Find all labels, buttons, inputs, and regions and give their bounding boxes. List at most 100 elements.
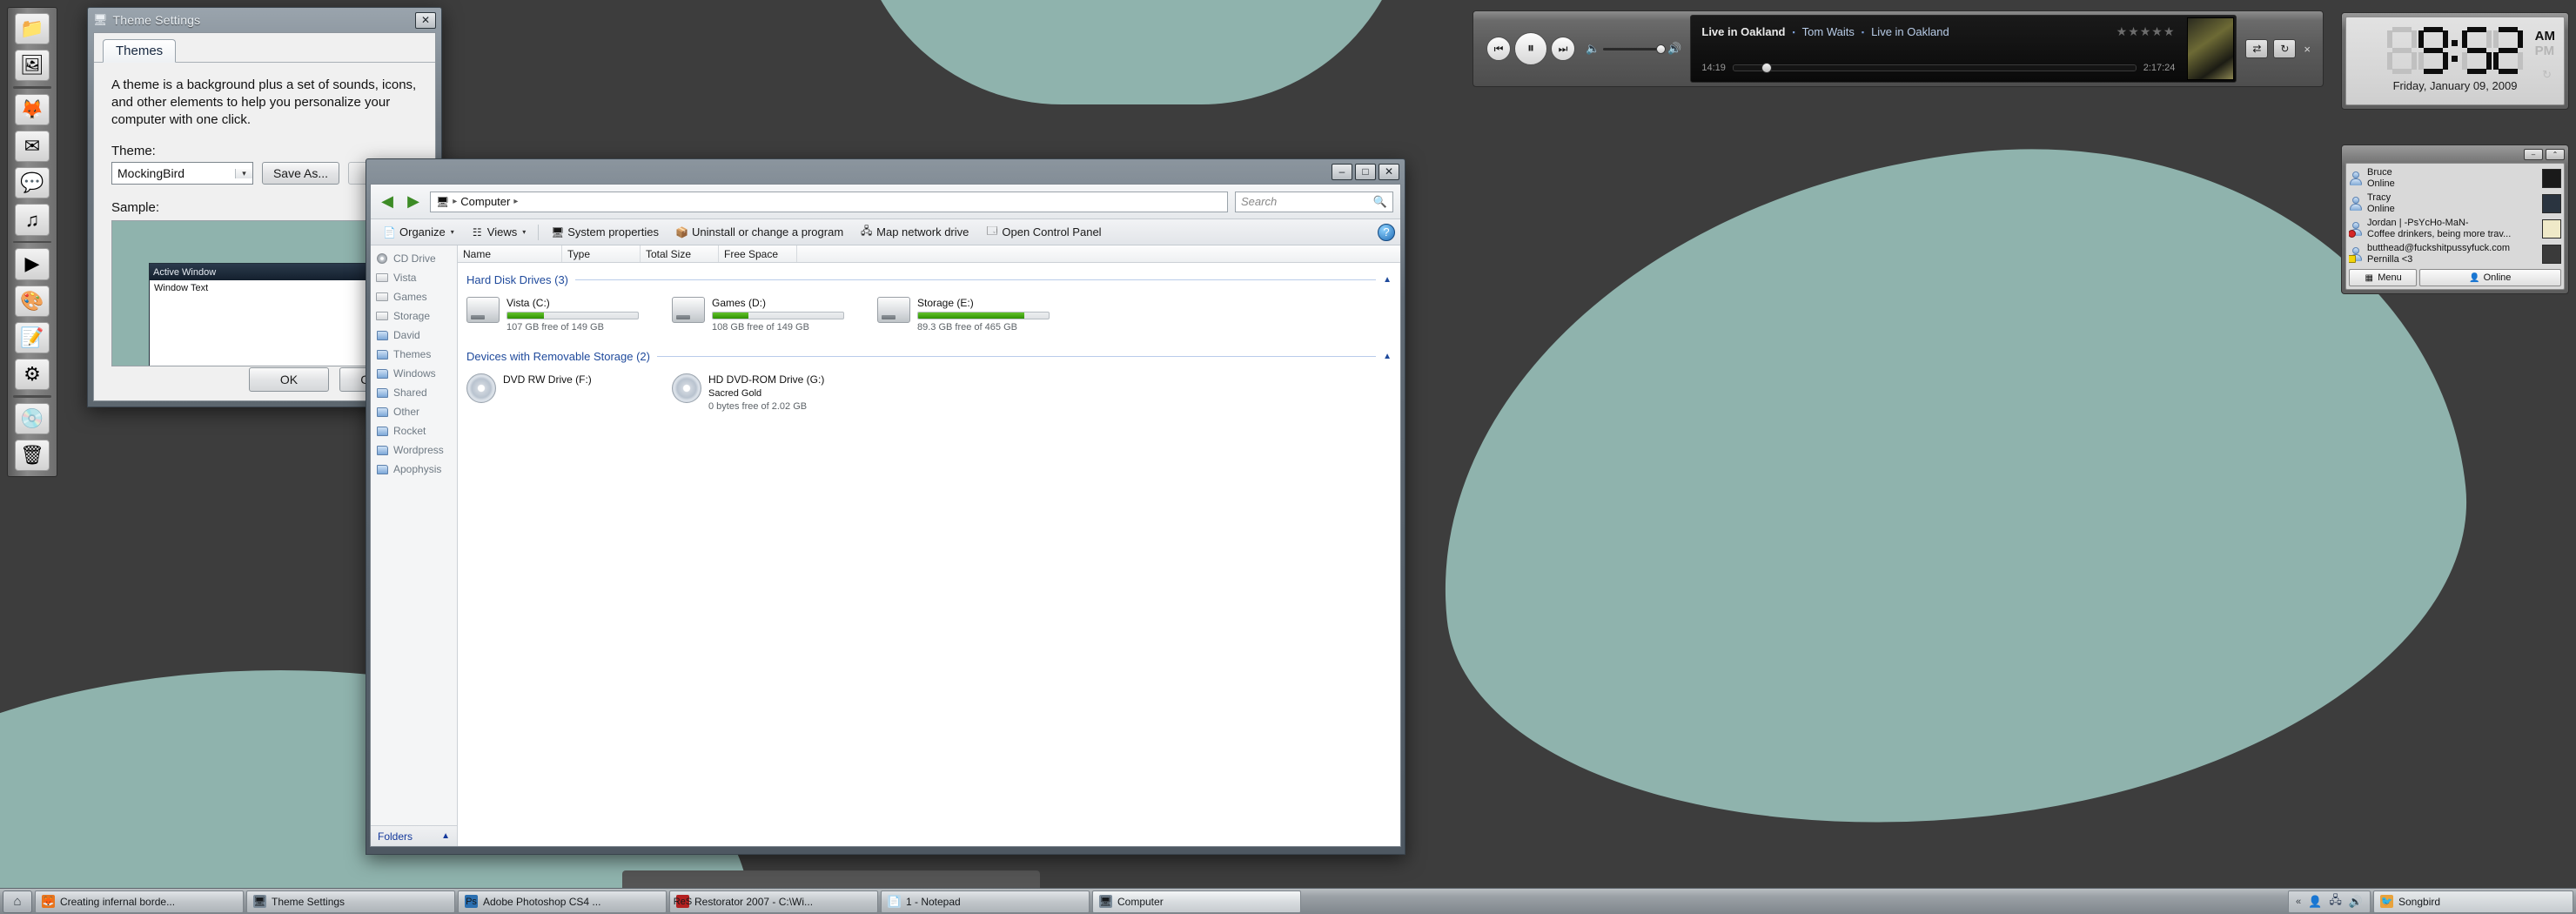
explorer-titlebar[interactable]: – □ ✕ (366, 159, 1405, 184)
seek-slider-knob[interactable] (1761, 63, 1773, 73)
sidebar-item-shared[interactable]: Shared (371, 383, 457, 402)
buddy-list-item[interactable]: Bruce Online (2349, 166, 2561, 191)
drive-tile[interactable]: Storage (E:) 89.3 GB free of 465 GB (877, 295, 1083, 345)
drive-tile[interactable]: DVD RW Drive (F:) (466, 372, 672, 424)
breadcrumb-computer[interactable]: Computer (460, 195, 510, 208)
folders-toggle-bar[interactable]: Folders ▲ (371, 825, 457, 846)
buddy-list-item[interactable]: Tracy Online (2349, 192, 2561, 216)
taskbar-item[interactable]: 🖥 Theme Settings (246, 890, 455, 913)
dock-item-notes[interactable]: 📝 (15, 321, 50, 353)
seek-slider[interactable] (1732, 63, 2137, 73)
sidebar-item-themes[interactable]: Themes (371, 345, 457, 364)
sidebar-item-games[interactable]: Games (371, 287, 457, 306)
toolbar-uninstall-change-program[interactable]: 📦 Uninstall or change a program (668, 222, 850, 243)
buddy-list[interactable]: Bruce Online Tracy Online Jordan | -PsYcHo-M… (2349, 166, 2561, 267)
search-input[interactable]: Search 🔍 (1235, 191, 1393, 212)
dock-item-music[interactable]: ♫ (15, 204, 50, 236)
group-header[interactable]: Devices with Removable Storage (2) ▲ (466, 350, 1392, 363)
buddy-menu-button[interactable]: ▦ Menu (2349, 269, 2417, 286)
play-pause-button[interactable]: ⏸ (1514, 32, 1547, 65)
dock-item-mail[interactable]: ✉ (15, 131, 50, 163)
address-bar[interactable]: 🖥 ▸ Computer ▸ (430, 191, 1228, 212)
column-header-total-size[interactable]: Total Size (641, 245, 719, 262)
media-transport-controls[interactable]: ⏮ ⏸ ⏭ 🔈 🔊 (1478, 32, 1681, 65)
tray-expand-icon[interactable]: « (2296, 897, 2301, 907)
dock-item-paint[interactable]: 🎨 (15, 285, 50, 317)
sidebar-item-david[interactable]: David (371, 326, 457, 345)
songbird-taskbar-item[interactable]: 🐦 Songbird (2373, 890, 2573, 913)
back-arrow-icon[interactable]: ◀ (378, 192, 397, 212)
chevron-up-icon[interactable]: ▲ (441, 831, 450, 841)
drive-tile[interactable]: Games (D:) 108 GB free of 149 GB (672, 295, 877, 345)
group-header[interactable]: Hard Disk Drives (3) ▲ (466, 273, 1392, 286)
track-rating-stars[interactable]: ★★★★★ (2116, 24, 2176, 39)
media-player-extra-controls[interactable]: ⇄ ↻ × (2245, 39, 2318, 58)
volume-slider-knob[interactable] (1656, 44, 1667, 54)
theme-combobox[interactable]: MockingBird ▾ (111, 162, 253, 185)
media-player-widget[interactable]: ⏮ ⏸ ⏭ 🔈 🔊 Live in Oakland ▪ Tom Waits ▪ … (1472, 10, 2324, 87)
collapse-icon[interactable]: ⌃ (2546, 149, 2565, 160)
ok-button[interactable]: OK (249, 367, 329, 392)
tray-user-icon[interactable]: 👤 (2308, 895, 2322, 909)
taskbar-item[interactable]: 📄 1 - Notepad (881, 890, 1090, 913)
dock-item-recycle-bin[interactable]: 🗑 (15, 439, 50, 471)
repeat-button[interactable]: ↻ (2273, 39, 2297, 58)
close-icon[interactable]: ✕ (415, 11, 436, 29)
chevron-down-icon[interactable]: ▾ (522, 228, 526, 236)
explorer-toolbar[interactable]: 📄 Organize ▾ ☷ Views ▾ 🖥 System properties 📦 Unin… (371, 219, 1400, 245)
dock-item-settings[interactable]: ⚙ (15, 358, 50, 390)
dock-item-image-viewer[interactable]: 🖼 (15, 50, 50, 82)
sidebar-item-windows[interactable]: Windows (371, 364, 457, 383)
system-tray[interactable]: « 👤 🖧 🔊 (2288, 890, 2371, 913)
sidebar-item-storage[interactable]: Storage (371, 306, 457, 326)
buddy-status-button[interactable]: 👤 Online (2419, 269, 2561, 286)
sidebar-item-rocket[interactable]: Rocket (371, 421, 457, 440)
sidebar-item-apophysis[interactable]: Apophysis (371, 460, 457, 479)
drive-groups-area[interactable]: Hard Disk Drives (3) ▲ Vista (C:) 107 GB fr… (458, 263, 1400, 846)
desktop-dock[interactable]: 📁 🖼 🦊 ✉ 💬 ♫ ▶ 🎨 📝 ⚙ 💿 🗑 (7, 7, 57, 477)
taskbar-item[interactable]: 🦊 Creating infernal borde... (35, 890, 244, 913)
buddy-gadget-titlebar[interactable]: – ⌃ (2345, 149, 2565, 161)
sidebar-item-vista[interactable]: Vista (371, 268, 457, 287)
taskbar-item[interactable]: ReS Restorator 2007 - C:\Wi... (669, 890, 878, 913)
close-icon[interactable]: × (2301, 43, 2313, 56)
toolbar-views[interactable]: ☷ Views ▾ (464, 222, 533, 243)
volume-control[interactable]: 🔈 🔊 (1586, 42, 1681, 56)
toolbar-map-network-drive[interactable]: 🖧 Map network drive (853, 222, 976, 243)
chevron-up-icon[interactable]: ▲ (1383, 352, 1392, 361)
shuffle-button[interactable]: ⇄ (2245, 39, 2269, 58)
explorer-sidebar[interactable]: CD Drive Vista Games Storage David Themes Wind… (371, 245, 458, 846)
start-button[interactable]: ⌂ (3, 890, 32, 913)
buddy-footer[interactable]: ▦ Menu 👤 Online (2349, 269, 2561, 286)
sidebar-item-wordpress[interactable]: Wordpress (371, 440, 457, 460)
taskbar-items[interactable]: 🦊 Creating infernal borde... 🖥 Theme Settin… (35, 890, 1301, 913)
dock-item-folder[interactable]: 📁 (15, 13, 50, 45)
column-header-type[interactable]: Type (562, 245, 641, 262)
previous-track-button[interactable]: ⏮ (1486, 37, 1511, 61)
theme-dialog-tabstrip[interactable]: Themes (94, 33, 435, 63)
toolbar-organize[interactable]: 📄 Organize ▾ (376, 222, 461, 243)
column-header-free-space[interactable]: Free Space (719, 245, 797, 262)
toolbar-open-control-panel[interactable]: 🗔 Open Control Panel (978, 222, 1108, 243)
theme-dialog-titlebar[interactable]: 🖥 Theme Settings ✕ (88, 8, 441, 32)
tray-network-icon[interactable]: 🖧 (2329, 892, 2342, 911)
forward-arrow-icon[interactable]: ▶ (404, 192, 423, 212)
chevron-up-icon[interactable]: ▲ (1383, 275, 1392, 285)
maximize-icon[interactable]: □ (1355, 163, 1376, 180)
next-track-button[interactable]: ⏭ (1551, 37, 1575, 61)
close-icon[interactable]: ✕ (1379, 163, 1399, 180)
dock-item-firefox[interactable]: 🦊 (15, 94, 50, 126)
taskbar[interactable]: ⌂ 🦊 Creating infernal borde... 🖥 Theme Sett… (0, 888, 2576, 914)
sidebar-item-other[interactable]: Other (371, 402, 457, 421)
minimize-icon[interactable]: – (1332, 163, 1352, 180)
buddy-list-item[interactable]: butthead@fuckshitpussyfuck.com Pernilla <… (2349, 242, 2561, 266)
tray-volume-icon[interactable]: 🔊 (2349, 895, 2363, 909)
sidebar-folder-list[interactable]: CD Drive Vista Games Storage David Themes Wind… (371, 245, 457, 825)
breadcrumb-separator-right[interactable]: ▸ (513, 197, 518, 206)
sidebar-item-cd-drive[interactable]: CD Drive (371, 249, 457, 268)
tab-themes[interactable]: Themes (103, 39, 177, 63)
column-header-row[interactable]: Name Type Total Size Free Space (458, 245, 1400, 263)
clock-gadget[interactable]: AM PM ↻ Friday, January 09, 2009 (2341, 12, 2569, 110)
toolbar-system-properties[interactable]: 🖥 System properties (544, 222, 666, 243)
refresh-icon[interactable]: ↻ (2542, 68, 2552, 82)
